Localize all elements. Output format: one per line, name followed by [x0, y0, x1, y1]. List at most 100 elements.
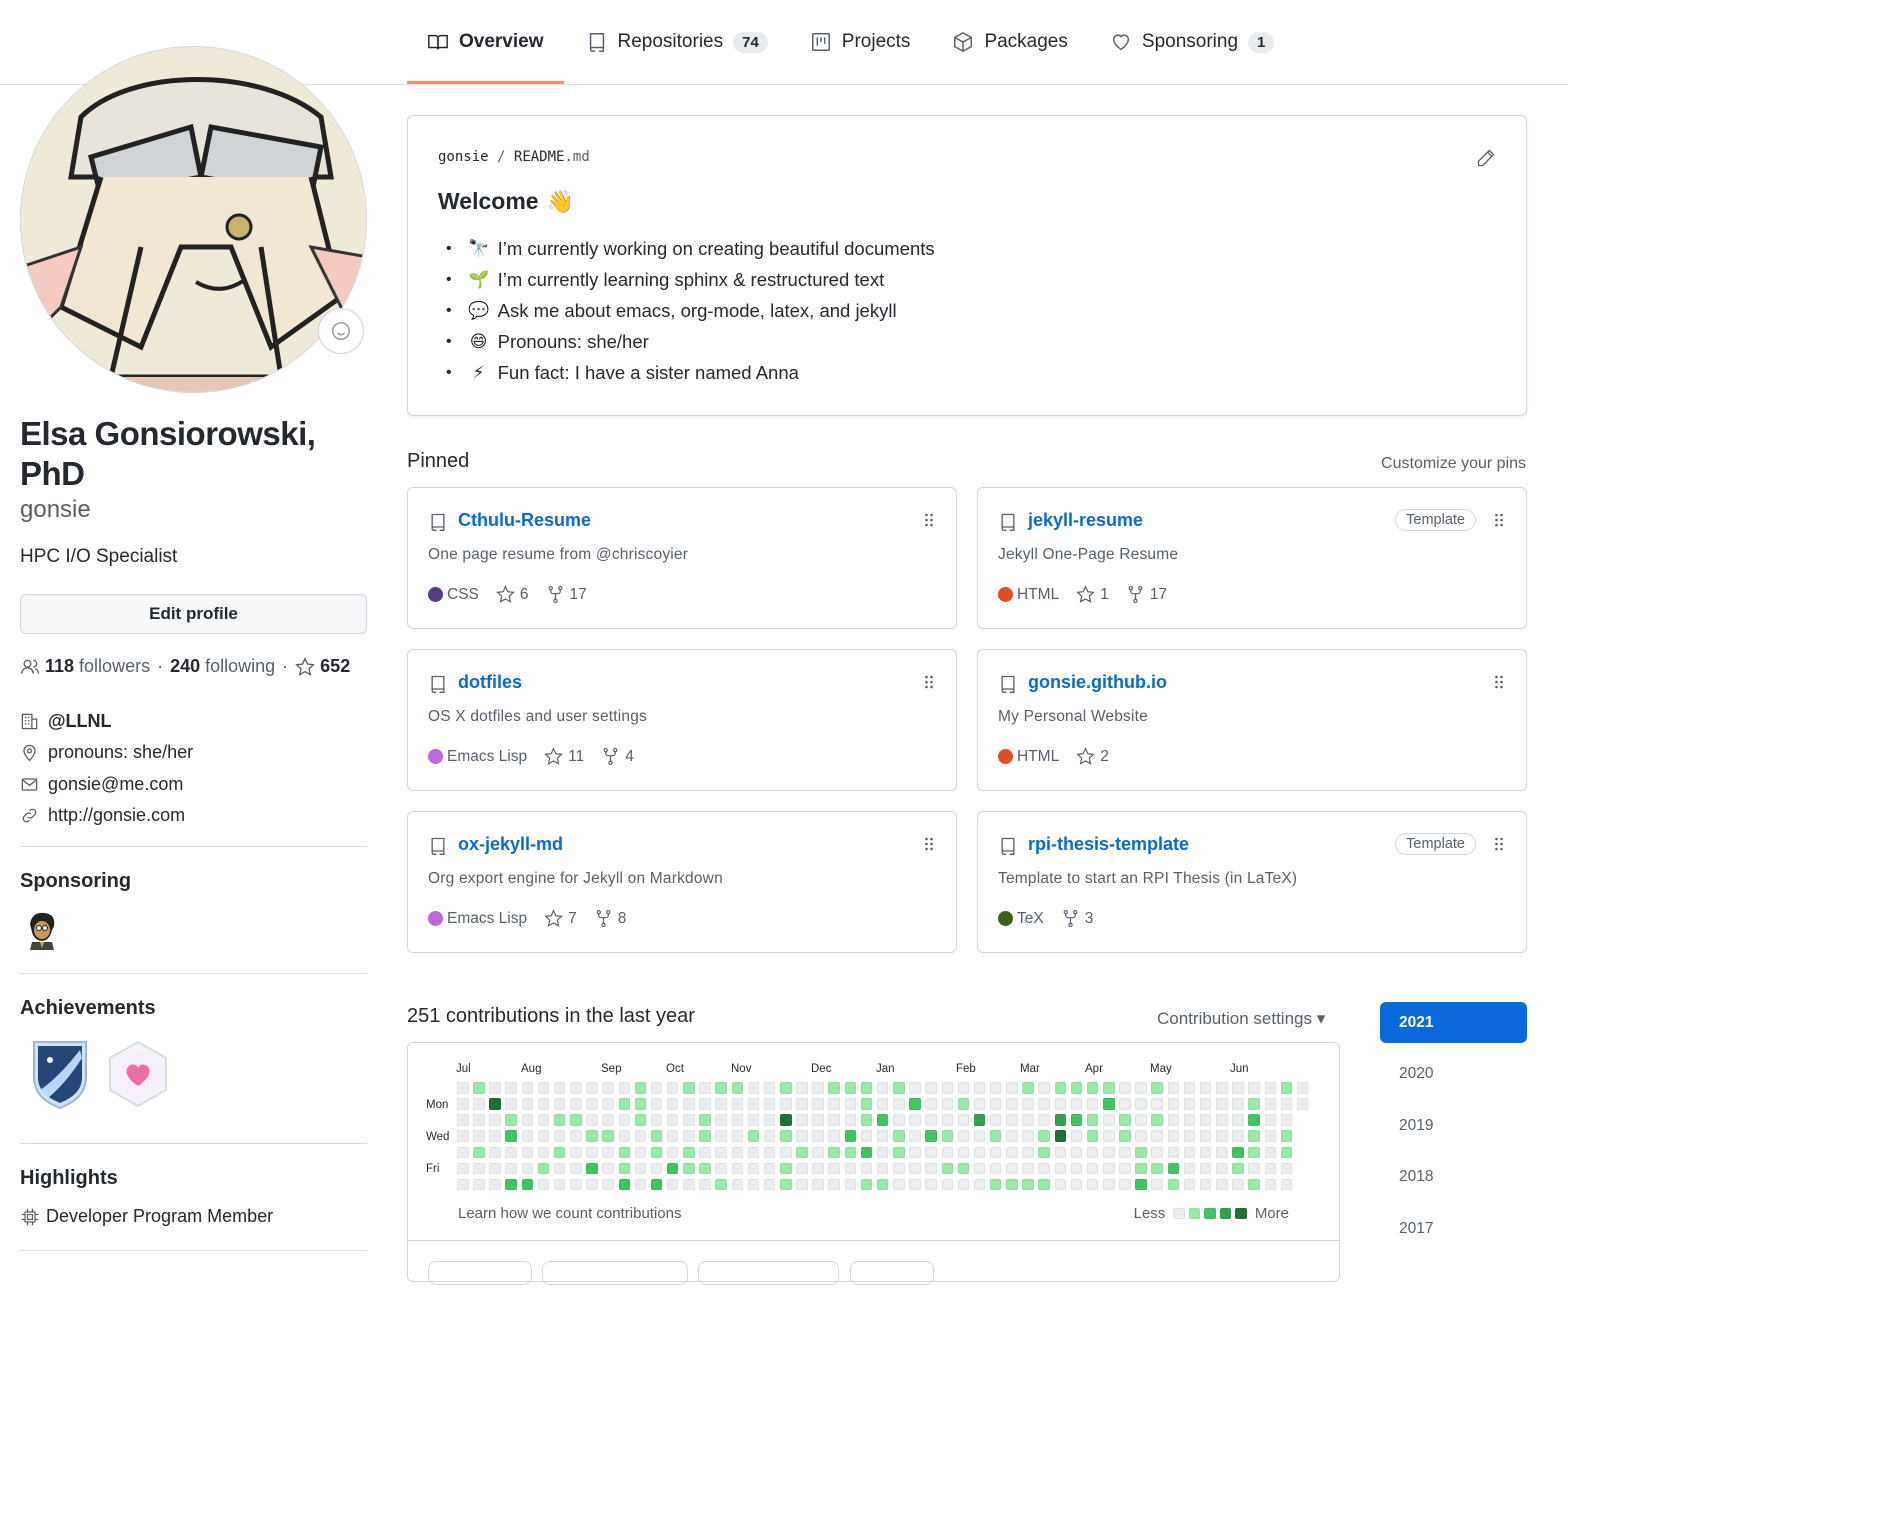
- followers-link[interactable]: 118 followers: [45, 656, 150, 677]
- contribution-cell[interactable]: [570, 1130, 582, 1142]
- activity-filter-pill[interactable]: [542, 1261, 688, 1285]
- achievement-badge-arctic[interactable]: [28, 1038, 92, 1110]
- contribution-cell[interactable]: [618, 1082, 630, 1094]
- avatar[interactable]: [20, 46, 367, 393]
- following-link[interactable]: 240 following: [170, 656, 275, 677]
- contribution-cell[interactable]: [876, 1178, 889, 1191]
- contribution-cell[interactable]: [537, 1130, 550, 1142]
- contribution-cell[interactable]: [505, 1098, 517, 1110]
- contribution-cell[interactable]: [473, 1114, 485, 1126]
- contribution-cell[interactable]: [1264, 1082, 1276, 1094]
- contribution-cell[interactable]: [812, 1146, 824, 1159]
- contribution-cell[interactable]: [1151, 1178, 1163, 1191]
- year-link-2019[interactable]: 2019: [1380, 1105, 1527, 1146]
- contribution-cell[interactable]: [1183, 1082, 1196, 1094]
- contribution-cell[interactable]: [1216, 1114, 1228, 1126]
- contribution-cell[interactable]: [699, 1098, 711, 1110]
- contribution-cell[interactable]: [1151, 1114, 1163, 1126]
- contribution-cell[interactable]: [489, 1098, 501, 1110]
- contribution-cell[interactable]: [1135, 1098, 1147, 1110]
- contribution-cell[interactable]: [1006, 1082, 1018, 1094]
- contribution-cell[interactable]: [876, 1114, 889, 1126]
- org-item[interactable]: @LLNL: [20, 706, 193, 737]
- pencil-icon[interactable]: [1476, 148, 1496, 168]
- contribution-cell[interactable]: [1006, 1178, 1018, 1191]
- repo-stars-link[interactable]: 7: [544, 909, 577, 928]
- set-status-button[interactable]: [318, 308, 364, 354]
- contribution-cell[interactable]: [1216, 1098, 1228, 1110]
- contribution-cell[interactable]: [1264, 1178, 1276, 1191]
- contribution-cell[interactable]: [1006, 1098, 1018, 1110]
- contribution-cell[interactable]: [876, 1098, 889, 1110]
- contribution-cell[interactable]: [699, 1146, 711, 1159]
- contribution-cell[interactable]: [650, 1146, 663, 1159]
- grabber-icon[interactable]: [1494, 512, 1504, 528]
- contribution-cell[interactable]: [586, 1114, 598, 1126]
- highlight-developer-program[interactable]: Developer Program Member: [20, 1206, 273, 1227]
- contribution-cell[interactable]: [521, 1098, 534, 1110]
- contribution-cell[interactable]: [1151, 1146, 1163, 1159]
- contribution-cell[interactable]: [1086, 1162, 1099, 1175]
- contribution-cell[interactable]: [1135, 1162, 1147, 1175]
- readme-file-link[interactable]: README.md: [514, 149, 590, 165]
- stars-link[interactable]: 652: [295, 656, 355, 677]
- year-link-2017[interactable]: 2017: [1380, 1208, 1527, 1249]
- year-link-2020[interactable]: 2020: [1380, 1054, 1527, 1095]
- contribution-cell[interactable]: [489, 1114, 501, 1126]
- contribution-cell[interactable]: [1054, 1146, 1066, 1159]
- readme-owner-link[interactable]: gonsie: [438, 149, 489, 165]
- contribution-cell[interactable]: [1248, 1082, 1260, 1094]
- contribution-cell[interactable]: [570, 1146, 582, 1159]
- contribution-cell[interactable]: [1022, 1162, 1034, 1175]
- year-link-2018[interactable]: 2018: [1380, 1157, 1527, 1198]
- contribution-cell[interactable]: [989, 1098, 1002, 1110]
- contribution-cell[interactable]: [1038, 1082, 1050, 1094]
- contribution-cell[interactable]: [1151, 1098, 1163, 1110]
- contribution-cell[interactable]: [586, 1178, 598, 1191]
- contribution-cell[interactable]: [763, 1146, 776, 1159]
- contribution-cell[interactable]: [828, 1114, 840, 1126]
- contribution-cell[interactable]: [1264, 1130, 1276, 1142]
- contribution-cell[interactable]: [1264, 1114, 1276, 1126]
- repo-name-link[interactable]: ox-jekyll-md: [458, 834, 563, 855]
- contribution-cell[interactable]: [683, 1146, 695, 1159]
- contribution-cell[interactable]: [941, 1146, 953, 1159]
- contribution-cell[interactable]: [473, 1178, 485, 1191]
- contribution-cell[interactable]: [473, 1082, 485, 1094]
- contribution-cell[interactable]: [666, 1114, 679, 1126]
- contribution-cell[interactable]: [1119, 1114, 1131, 1126]
- contribution-cell[interactable]: [1006, 1114, 1018, 1126]
- activity-filter-pill[interactable]: [850, 1261, 934, 1285]
- contribution-cell[interactable]: [844, 1146, 857, 1159]
- contribution-cell[interactable]: [812, 1178, 824, 1191]
- contribution-cell[interactable]: [473, 1098, 485, 1110]
- contribution-cell[interactable]: [909, 1082, 921, 1094]
- contribution-cell[interactable]: [731, 1162, 743, 1175]
- contribution-cell[interactable]: [1216, 1130, 1228, 1142]
- contribution-cell[interactable]: [941, 1162, 953, 1175]
- contribution-cell[interactable]: [1054, 1082, 1066, 1094]
- contribution-cell[interactable]: [683, 1130, 695, 1142]
- contribution-cell[interactable]: [650, 1098, 663, 1110]
- contribution-cell[interactable]: [1022, 1098, 1034, 1110]
- contribution-cell[interactable]: [1151, 1082, 1163, 1094]
- contribution-cell[interactable]: [586, 1146, 598, 1159]
- repo-forks-link[interactable]: 4: [601, 747, 634, 766]
- contribution-cell[interactable]: [570, 1162, 582, 1175]
- contribution-cell[interactable]: [780, 1098, 792, 1110]
- repo-stars-link[interactable]: 6: [496, 585, 529, 604]
- contribution-cell[interactable]: [1103, 1146, 1115, 1159]
- contribution-cell[interactable]: [844, 1114, 857, 1126]
- activity-filter-pill[interactable]: [428, 1261, 532, 1285]
- contribution-cell[interactable]: [537, 1162, 550, 1175]
- contribution-cell[interactable]: [521, 1114, 534, 1126]
- grabber-icon[interactable]: [1494, 674, 1504, 690]
- contribution-cell[interactable]: [650, 1130, 663, 1142]
- contribution-cell[interactable]: [925, 1098, 937, 1110]
- contribution-cell[interactable]: [747, 1114, 760, 1126]
- repo-name-link[interactable]: gonsie.github.io: [1028, 672, 1167, 693]
- contribution-cell[interactable]: [893, 1130, 905, 1142]
- contribution-cell[interactable]: [925, 1114, 937, 1126]
- contribution-cell[interactable]: [553, 1162, 566, 1175]
- contribution-cell[interactable]: [650, 1114, 663, 1126]
